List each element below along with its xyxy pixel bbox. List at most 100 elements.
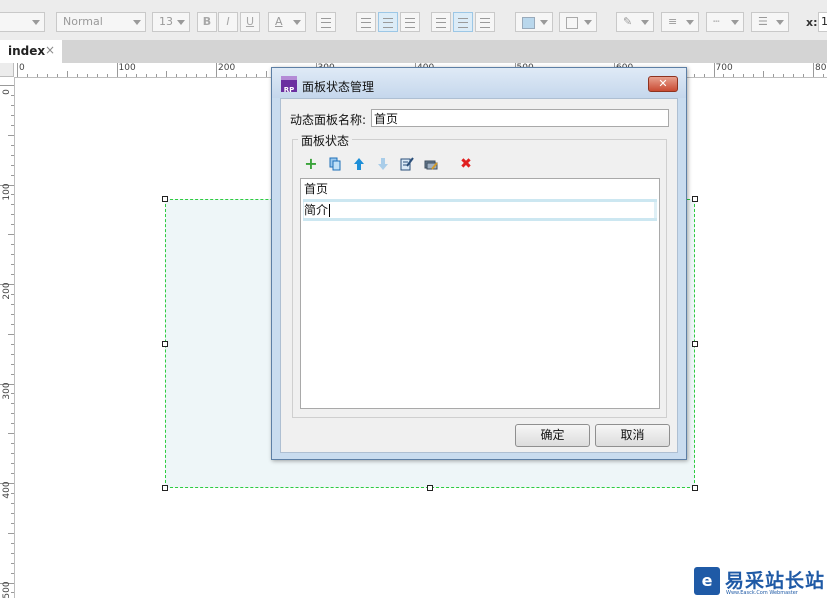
ruler-tick: [186, 74, 188, 77]
x-coordinate-input[interactable]: 1: [818, 12, 827, 32]
ruler-tick: [11, 463, 14, 465]
state-name: 首页: [304, 182, 329, 196]
ruler-tick: [96, 74, 98, 77]
ruler-tick: [8, 333, 14, 335]
ruler-tick: [26, 74, 28, 77]
ruler-tick: [11, 264, 14, 266]
dialog-title: 面板状态管理: [302, 80, 375, 94]
resize-handle-top-right[interactable]: [692, 196, 698, 202]
ruler-tick: [11, 552, 14, 554]
list-item-selected[interactable]: 简介: [303, 199, 657, 221]
fill-color-button[interactable]: [515, 12, 553, 32]
valign-bottom-button[interactable]: [475, 12, 495, 32]
resize-handle-left[interactable]: [162, 341, 168, 347]
move-down-icon[interactable]: [376, 157, 390, 171]
resize-handle-bottom[interactable]: [427, 485, 433, 491]
ruler-tick: [693, 74, 695, 77]
ruler-tick: [146, 74, 148, 77]
resize-handle-top-left[interactable]: [162, 196, 168, 202]
ruler-tick: [793, 74, 795, 77]
valign-middle-button[interactable]: [453, 12, 473, 32]
panel-states-legend: 面板状态: [298, 132, 353, 149]
bold-button[interactable]: B: [197, 12, 217, 32]
style-select[interactable]: [0, 12, 45, 32]
line-color-button[interactable]: ✎: [616, 12, 654, 32]
font-style-select[interactable]: Normal: [56, 12, 146, 32]
panel-name-label: 动态面板名称:: [290, 113, 367, 127]
ruler-tick: [11, 413, 14, 415]
ruler-tick: [733, 74, 735, 77]
ruler-label: 200: [2, 282, 12, 300]
align-right-button[interactable]: [400, 12, 420, 32]
italic-button[interactable]: I: [218, 12, 238, 32]
resize-handle-bottom-right[interactable]: [692, 485, 698, 491]
ruler-tick: [11, 512, 14, 514]
font-style-value: Normal: [63, 15, 103, 28]
x-coordinate-label: x:: [806, 16, 818, 29]
ruler-label: 300: [2, 381, 12, 400]
edit-all-icon[interactable]: [424, 157, 438, 171]
ruler-tick: [11, 204, 14, 206]
ruler-tick: [11, 164, 14, 166]
ruler-tick: [216, 63, 217, 77]
ruler-tick: [11, 572, 14, 574]
add-icon[interactable]: +: [304, 156, 318, 172]
ruler-tick: [11, 154, 14, 156]
bullet-list-button[interactable]: [316, 12, 336, 32]
tab-index[interactable]: index ×: [0, 40, 62, 63]
ruler-tick: [8, 532, 14, 534]
edit-state-icon[interactable]: [400, 157, 414, 171]
delete-icon[interactable]: ✖: [459, 157, 473, 171]
ruler-tick: [763, 71, 765, 77]
line-width-button[interactable]: ≡: [661, 12, 699, 32]
align-left-icon: [361, 18, 371, 28]
underline-button[interactable]: U: [240, 12, 260, 32]
tab-close-icon[interactable]: ×: [45, 43, 55, 57]
state-name: 简介: [304, 203, 329, 217]
ruler-tick: [255, 74, 257, 77]
valign-top-button[interactable]: [431, 12, 451, 32]
ruler-label: 0: [19, 63, 25, 73]
state-rename-field[interactable]: 简介: [304, 202, 654, 218]
panel-name-input[interactable]: [371, 109, 669, 127]
resize-handle-right[interactable]: [692, 341, 698, 347]
tab-label: index: [8, 44, 46, 58]
valign-top-icon: [436, 18, 446, 28]
axure-rp-icon: RP: [281, 76, 297, 94]
arrow-style-icon: ☰: [758, 15, 768, 28]
ruler-tick: [11, 542, 14, 544]
ruler-tick: [11, 303, 14, 305]
ruler-tick: [11, 453, 14, 455]
move-up-icon[interactable]: [352, 157, 366, 171]
dialog-close-button[interactable]: ✕: [648, 76, 678, 92]
page-tab-strip: index ×: [0, 40, 827, 63]
ruler-tick: [126, 74, 128, 77]
line-style-button[interactable]: ┄: [706, 12, 744, 32]
list-item[interactable]: 首页: [303, 180, 657, 198]
list-icon: [321, 18, 331, 28]
ruler-tick: [743, 74, 745, 77]
ruler-tick: [11, 254, 14, 256]
arrow-style-button[interactable]: ☰: [751, 12, 789, 32]
ruler-tick: [106, 74, 108, 77]
ruler-tick: [11, 423, 14, 425]
ruler-tick: [176, 74, 178, 77]
ok-button[interactable]: 确定: [515, 424, 590, 447]
panel-states-group: 面板状态 + ✖ 首页 简介: [292, 132, 667, 418]
shadow-button[interactable]: [559, 12, 597, 32]
ruler-tick: [245, 74, 247, 77]
align-left-button[interactable]: [356, 12, 376, 32]
ruler-label: 400: [2, 481, 12, 499]
panel-states-list[interactable]: 首页 简介: [300, 178, 660, 409]
ruler-label: 0: [2, 89, 12, 95]
font-size-select[interactable]: 13: [152, 12, 190, 32]
align-center-button[interactable]: [378, 12, 398, 32]
cancel-button[interactable]: 取消: [595, 424, 670, 447]
ruler-label: 100: [2, 182, 12, 201]
font-color-button[interactable]: A: [268, 12, 306, 32]
dialog-titlebar[interactable]: RP 面板状态管理 ✕: [272, 68, 686, 98]
ruler-tick: [11, 502, 14, 504]
resize-handle-bottom-left[interactable]: [162, 485, 168, 491]
duplicate-icon[interactable]: [328, 157, 342, 171]
watermark-text: 易采站长站: [725, 570, 826, 592]
